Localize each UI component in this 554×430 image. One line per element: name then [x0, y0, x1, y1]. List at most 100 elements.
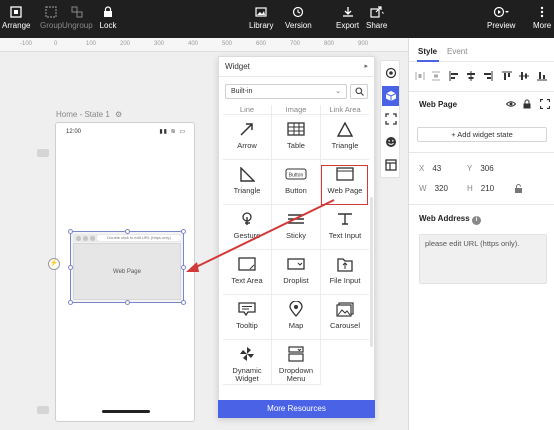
widget-search-button[interactable] — [350, 84, 368, 99]
align-left-icon[interactable] — [449, 71, 459, 81]
widget-item-text-area[interactable]: Text Area — [223, 250, 272, 295]
emoji-button[interactable] — [382, 132, 399, 152]
eye-icon[interactable] — [506, 99, 516, 109]
resize-handle[interactable] — [68, 229, 73, 234]
widget-item-triangle[interactable]: Triangle — [321, 115, 369, 160]
widget-item-map[interactable]: Map — [272, 295, 321, 340]
distribute-vertical-icon[interactable] — [431, 71, 441, 81]
resize-handle[interactable] — [125, 300, 130, 305]
widget-item-text-input[interactable]: Text Input — [321, 205, 369, 250]
resize-handle[interactable] — [68, 300, 73, 305]
tab-style[interactable]: Style — [418, 47, 437, 56]
text-area-icon — [236, 255, 258, 273]
more-resources-button[interactable]: More Resources — [218, 400, 375, 418]
align-bottom-icon[interactable] — [537, 71, 547, 81]
lock-label: Lock — [99, 21, 117, 30]
group-button[interactable]: Group — [40, 3, 62, 31]
widget-item-dynamic-widget[interactable]: Dynamic Widget — [223, 340, 272, 385]
web-address-input[interactable]: please edit URL (https only). — [419, 234, 547, 284]
tab-event[interactable]: Event — [447, 47, 467, 56]
browser-dot — [76, 236, 81, 241]
h-value: 210 — [480, 184, 495, 193]
lock-ratio-icon[interactable] — [514, 184, 523, 193]
widget-item-carousel[interactable]: Carousel — [321, 295, 369, 340]
align-center-icon[interactable] — [466, 71, 476, 81]
widget-item-button[interactable]: Button Button — [272, 160, 321, 205]
widget-item-label: Droplist — [283, 276, 309, 285]
resize-handle[interactable] — [68, 265, 73, 270]
x-field[interactable]: X 43 — [419, 164, 441, 173]
lock-button[interactable]: Lock — [99, 3, 117, 31]
highlight-box — [321, 165, 368, 205]
widget-item-label: Arrow — [237, 141, 257, 150]
align-right-icon[interactable] — [483, 71, 493, 81]
panel-switcher — [380, 60, 400, 178]
widget-item-partial[interactable]: Line — [223, 105, 272, 115]
selected-web-page-widget[interactable]: Double click to edit URL (https only) We… — [70, 231, 184, 303]
expand-icon[interactable] — [540, 99, 550, 109]
lightning-icon[interactable]: ⚡ — [48, 258, 60, 270]
ruler-tick: 300 — [154, 41, 165, 47]
share-button[interactable]: Share — [366, 3, 387, 31]
ungroup-button[interactable]: Ungroup — [62, 3, 93, 31]
gear-icon[interactable]: ⚙ — [115, 110, 122, 119]
version-button[interactable]: Version — [285, 3, 312, 31]
more-button[interactable]: More — [533, 3, 551, 31]
template-button[interactable] — [382, 155, 399, 175]
y-field[interactable]: Y 306 — [467, 164, 494, 173]
widget-item-sticky[interactable]: Sticky — [272, 205, 321, 250]
widget-item-triangle[interactable]: Triangle — [223, 160, 272, 205]
resize-handle[interactable] — [181, 265, 186, 270]
masters-button[interactable] — [382, 109, 399, 129]
widget-item-file-input[interactable]: File Input — [321, 250, 369, 295]
widget-item-gesture[interactable]: Gesture — [223, 205, 272, 250]
widget-scrollbar[interactable] — [370, 197, 373, 347]
chevron-right-icon[interactable]: ▸ — [364, 62, 368, 70]
arrange-icon — [7, 3, 25, 21]
widget-item-partial[interactable]: Image — [272, 105, 321, 115]
widget-panel-title: Widget — [225, 62, 250, 71]
widget-item-partial[interactable]: Link Area — [321, 105, 369, 115]
share-label: Share — [366, 21, 388, 30]
droplist-icon — [285, 255, 307, 273]
width-field[interactable]: W 320 — [419, 184, 448, 193]
widget-item-arrow[interactable]: Arrow — [223, 115, 272, 160]
widget-item-droplist[interactable]: Droplist — [272, 250, 321, 295]
align-middle-icon[interactable] — [519, 71, 529, 81]
add-widget-state-button[interactable]: + Add widget state — [417, 127, 547, 142]
widget-panel-header: Widget ▸ — [219, 57, 374, 77]
target-button[interactable] — [382, 63, 399, 83]
svg-text:Button: Button — [289, 173, 304, 179]
resize-handle[interactable] — [181, 300, 186, 305]
ruler-tick: 800 — [324, 41, 335, 47]
widgets-button[interactable] — [382, 86, 399, 106]
state-label[interactable]: Home - State 1 ⚙ — [56, 110, 122, 119]
resize-handle[interactable] — [181, 229, 186, 234]
lock-icon[interactable] — [522, 99, 532, 109]
side-badge — [37, 406, 49, 414]
widget-item-label: Map — [288, 321, 304, 330]
widget-item-dropdown-menu[interactable]: Dropdown Menu — [272, 340, 321, 385]
ruler-tick: -100 — [20, 41, 33, 47]
height-field[interactable]: H 210 — [467, 184, 494, 193]
library-button[interactable]: Library — [249, 3, 273, 31]
divider — [409, 152, 554, 153]
widget-item-table[interactable]: Table — [272, 115, 321, 160]
more-icon — [533, 3, 551, 21]
align-top-icon[interactable] — [502, 71, 512, 81]
right-triangle-icon — [236, 165, 258, 183]
distribute-horizontal-icon[interactable] — [415, 71, 425, 81]
arrange-button[interactable]: Arrange — [2, 3, 30, 31]
info-icon[interactable]: i — [471, 216, 481, 225]
preview-button[interactable]: Preview — [487, 3, 515, 31]
ruler-tick: 600 — [256, 41, 267, 47]
cube-icon — [385, 91, 396, 101]
carousel-icon — [334, 300, 356, 318]
more-label: More — [533, 21, 552, 30]
export-button[interactable]: Export — [336, 3, 359, 31]
ruler-tick: 700 — [290, 41, 301, 47]
resize-handle[interactable] — [125, 229, 130, 234]
widget-library-select[interactable]: Built-in ⌄ — [225, 84, 347, 99]
widget-item-tooltip[interactable]: Tooltip — [223, 295, 272, 340]
phone-status-icons: ▮▮ ≋ ▭ — [159, 129, 186, 135]
